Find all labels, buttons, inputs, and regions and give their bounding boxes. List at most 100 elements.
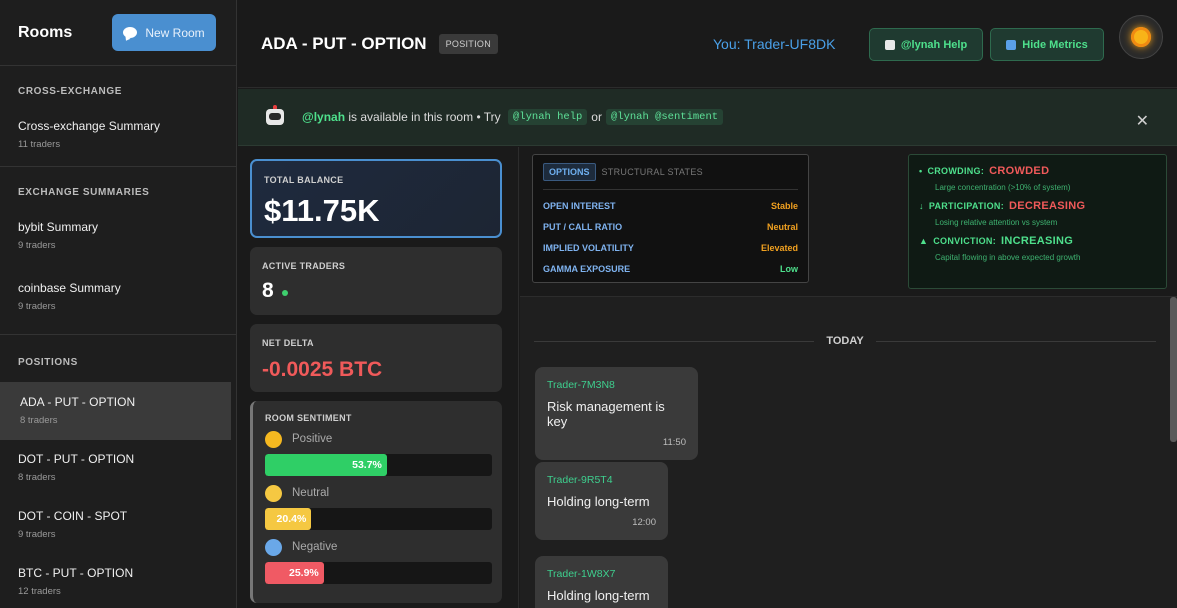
close-icon[interactable]: ✕ <box>1136 111 1149 131</box>
hide-metrics-label: Hide Metrics <box>1022 38 1088 51</box>
room-item-cross-exchange-summary[interactable]: Cross-exchange Summary 11 traders <box>0 111 236 166</box>
signal-value: DECREASING <box>1009 200 1086 212</box>
total-balance-card: TOTAL BALANCE $11.75K <box>250 159 502 238</box>
room-name: bybit Summary <box>18 220 99 234</box>
sentiment-bar-track: 25.9% <box>265 562 492 584</box>
sentiment-percent: 53.7% <box>352 459 382 471</box>
sentiment-neutral: Neutral 20.4% <box>265 484 492 530</box>
room-trader-count: 9 traders <box>18 529 56 540</box>
theme-toggle-button[interactable] <box>1119 15 1163 59</box>
new-room-button[interactable]: New Room <box>112 14 216 51</box>
option-key: GAMMA EXPOSURE <box>543 264 631 274</box>
banner-text: is available in this room • Try <box>345 110 504 124</box>
options-structural-panel: OPTIONS STRUCTURAL STATES OPEN INTEREST … <box>532 154 809 283</box>
message-time: 11:50 <box>662 437 686 448</box>
net-delta-card: NET DELTA -0.0025 BTC <box>250 324 502 392</box>
banner-or: or <box>591 110 602 124</box>
tab-options[interactable]: OPTIONS <box>543 163 596 181</box>
room-name: ADA - PUT - OPTION <box>20 395 136 409</box>
room-trader-count: 8 traders <box>20 415 58 426</box>
current-user-label: You: Trader-UF8DK <box>713 36 836 52</box>
signal-label: PARTICIPATION: <box>928 201 1005 211</box>
option-value: Elevated <box>760 243 798 253</box>
sentiment-label: Positive <box>292 433 333 445</box>
signals-panel: • CROWDING: CROWDED Large concentration (>… <box>908 154 1167 289</box>
room-trader-count: 11 traders <box>18 139 61 150</box>
room-sentiment-card: ROOM SENTIMENT Positive 53.7% Neutral 20… <box>250 401 502 603</box>
total-balance-label: TOTAL BALANCE <box>264 175 344 185</box>
room-item-coinbase-summary[interactable]: coinbase Summary 9 traders <box>0 273 236 334</box>
room-trader-count: 9 traders <box>18 301 56 312</box>
bar-chart-icon <box>1006 39 1017 50</box>
signal-value: INCREASING <box>1001 235 1074 247</box>
position-badge: POSITION <box>438 33 498 54</box>
room-name: Cross-exchange Summary <box>18 119 161 133</box>
chat-message: Trader-9R5T4 Holding long-term 12:00 <box>535 462 668 540</box>
date-divider-label: TODAY <box>826 335 864 347</box>
robot-icon <box>884 39 895 50</box>
robot-icon <box>264 105 286 127</box>
option-key: PUT / CALL RATIO <box>543 222 623 232</box>
option-key: IMPLIED VOLATILITY <box>543 243 634 253</box>
neutral-face-icon <box>265 484 282 502</box>
chat-message: Trader-1W8X7 Holding long-term <box>535 556 668 608</box>
arrow-down-icon: ↓ <box>919 201 924 211</box>
section-exchange-summaries: EXCHANGE SUMMARIES bybit Summary 9 trade… <box>0 167 236 335</box>
sentiment-percent: 25.9% <box>289 567 319 579</box>
chat-bubble-icon <box>123 27 138 38</box>
message-text: Holding long-term <box>547 494 650 509</box>
chat-area: TODAY Trader-7M3N8 Risk management is ke… <box>520 296 1177 608</box>
new-room-label: New Room <box>145 25 205 40</box>
room-item-dot-put-option[interactable]: DOT - PUT - OPTION 8 traders <box>0 440 236 497</box>
sentiment-bar-fill: 25.9% <box>265 562 324 584</box>
command-sentiment: @lynah @sentiment <box>605 109 724 125</box>
room-item-dot-coin-spot[interactable]: DOT - COIN - SPOT 9 traders <box>0 497 236 554</box>
hide-metrics-button[interactable]: Hide Metrics <box>990 28 1104 61</box>
tab-structural-states[interactable]: STRUCTURAL STATES <box>602 167 703 177</box>
option-row: GAMMA EXPOSURE Low <box>543 264 798 274</box>
net-delta-label: NET DELTA <box>262 338 314 348</box>
sentiment-label: Neutral <box>292 487 330 499</box>
room-item-bybit-summary[interactable]: bybit Summary 9 traders <box>0 212 236 273</box>
metrics-panel: TOTAL BALANCE $11.75K ACTIVE TRADERS 8 N… <box>238 147 519 608</box>
message-text: Holding long-term <box>547 588 650 603</box>
message-author[interactable]: Trader-9R5T4 <box>547 474 656 486</box>
lynah-help-label: @lynah Help <box>900 38 968 51</box>
sidebar-title: Rooms <box>18 23 73 41</box>
options-tabs: OPTIONS STRUCTURAL STATES <box>543 163 798 190</box>
lynah-help-button[interactable]: @lynah Help <box>869 28 983 61</box>
room-item-ada-put-option[interactable]: ADA - PUT - OPTION 8 traders <box>0 382 231 440</box>
net-delta-value: -0.0025 BTC <box>262 358 383 381</box>
section-title: CROSS-EXCHANGE <box>18 86 122 97</box>
section-title: POSITIONS <box>18 357 78 368</box>
fearful-face-icon <box>265 538 282 556</box>
room-sentiment-label: ROOM SENTIMENT <box>265 413 352 423</box>
command-help: @lynah help <box>507 109 588 125</box>
message-author[interactable]: Trader-1W8X7 <box>547 568 656 580</box>
room-name: DOT - PUT - OPTION <box>18 452 135 466</box>
section-cross-exchange: CROSS-EXCHANGE Cross-exchange Summary 11… <box>0 66 236 167</box>
room-trader-count: 12 traders <box>18 586 61 597</box>
sun-icon <box>1131 27 1151 47</box>
room-trader-count: 9 traders <box>18 240 56 251</box>
option-row: OPEN INTEREST Stable <box>543 201 798 211</box>
signal-label: CONVICTION: <box>933 236 997 246</box>
signal-description: Capital flowing in above expected growth <box>935 253 1081 262</box>
sentiment-bar-fill: 53.7% <box>265 454 387 476</box>
total-balance-value: $11.75K <box>264 193 380 228</box>
smile-icon <box>265 430 282 448</box>
sentiment-percent: 20.4% <box>276 513 307 525</box>
date-divider: TODAY <box>534 335 1157 347</box>
sentiment-negative: Negative 25.9% <box>265 538 492 584</box>
signal-label: CROWDING: <box>927 166 985 176</box>
room-item-btc-put-option[interactable]: BTC - PUT - OPTION 12 traders <box>0 554 236 607</box>
chat-message: Trader-7M3N8 Risk management is key 11:5… <box>535 367 698 460</box>
room-title: ADA - PUT - OPTION <box>261 33 427 53</box>
option-row: IMPLIED VOLATILITY Elevated <box>543 243 798 253</box>
message-time: 12:00 <box>632 517 656 528</box>
dot-icon: • <box>919 166 923 176</box>
signal-crowding: • CROWDING: CROWDED Large concentration (>… <box>919 165 1156 192</box>
rooms-sidebar: Rooms New Room CROSS-EXCHANGE Cross-exch… <box>0 0 237 608</box>
chat-scrollbar[interactable] <box>1170 297 1177 442</box>
message-author[interactable]: Trader-7M3N8 <box>547 379 686 391</box>
